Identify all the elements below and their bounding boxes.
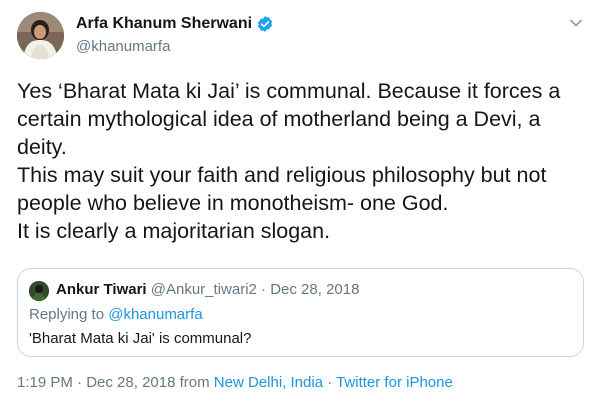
- author-handle[interactable]: @khanumarfa: [76, 38, 170, 55]
- quoted-author-avatar: [29, 281, 49, 301]
- chevron-down-icon[interactable]: [569, 16, 583, 30]
- tweet-card: Arfa Khanum Sherwani @khanumarfa Yes ‘Bh…: [0, 0, 601, 413]
- location-link[interactable]: New Delhi, India: [214, 374, 323, 391]
- tweet-metadata: 1:19 PM · Dec 28, 2018 from New Delhi, I…: [17, 374, 453, 391]
- tweet-date[interactable]: Dec 28, 2018: [86, 374, 175, 391]
- meta-separator: ·: [327, 374, 333, 391]
- tweet-text: Yes ‘Bharat Mata ki Jai’ is communal. Be…: [17, 77, 587, 245]
- quoted-replying-to: Replying to @khanumarfa: [29, 306, 203, 323]
- quoted-author-name: Ankur Tiwari: [56, 281, 147, 298]
- quoted-tweet-header: Ankur Tiwari @Ankur_tiwari2 · Dec 28, 20…: [56, 281, 359, 298]
- replying-prefix: Replying to: [29, 306, 105, 323]
- replying-mention-link[interactable]: @khanumarfa: [108, 306, 202, 323]
- tweet-text-line: deity.: [17, 135, 67, 159]
- tweet-text-line: Yes ‘Bharat Mata ki Jai’ is communal. Be…: [17, 79, 561, 103]
- quoted-tweet-text: 'Bharat Mata ki Jai' is communal?: [29, 330, 252, 347]
- tweet-text-line: This may suit your faith and religious p…: [17, 163, 547, 187]
- tweet-text-line: certain mythological idea of motherland …: [17, 107, 541, 131]
- source-link[interactable]: Twitter for iPhone: [336, 374, 453, 391]
- quoted-avatar-image: [29, 281, 49, 301]
- author-avatar-image: [17, 12, 64, 59]
- author-display-name[interactable]: Arfa Khanum Sherwani: [76, 15, 274, 33]
- quoted-tweet[interactable]: Ankur Tiwari @Ankur_tiwari2 · Dec 28, 20…: [17, 268, 584, 357]
- quoted-date: Dec 28, 2018: [270, 281, 360, 298]
- quoted-author-handle: @Ankur_tiwari2: [150, 281, 257, 298]
- tweet-time[interactable]: 1:19 PM: [17, 374, 73, 391]
- verified-badge-icon: [256, 15, 274, 33]
- tweet-text-line: It is clearly a majoritarian slogan.: [17, 219, 331, 243]
- author-name-text: Arfa Khanum Sherwani: [76, 15, 253, 32]
- quoted-separator: ·: [261, 281, 267, 298]
- meta-separator: ·: [77, 374, 83, 391]
- author-avatar[interactable]: [17, 12, 64, 59]
- tweet-text-line: people who believe in monotheism- one Go…: [17, 191, 449, 215]
- from-label: from: [179, 374, 210, 391]
